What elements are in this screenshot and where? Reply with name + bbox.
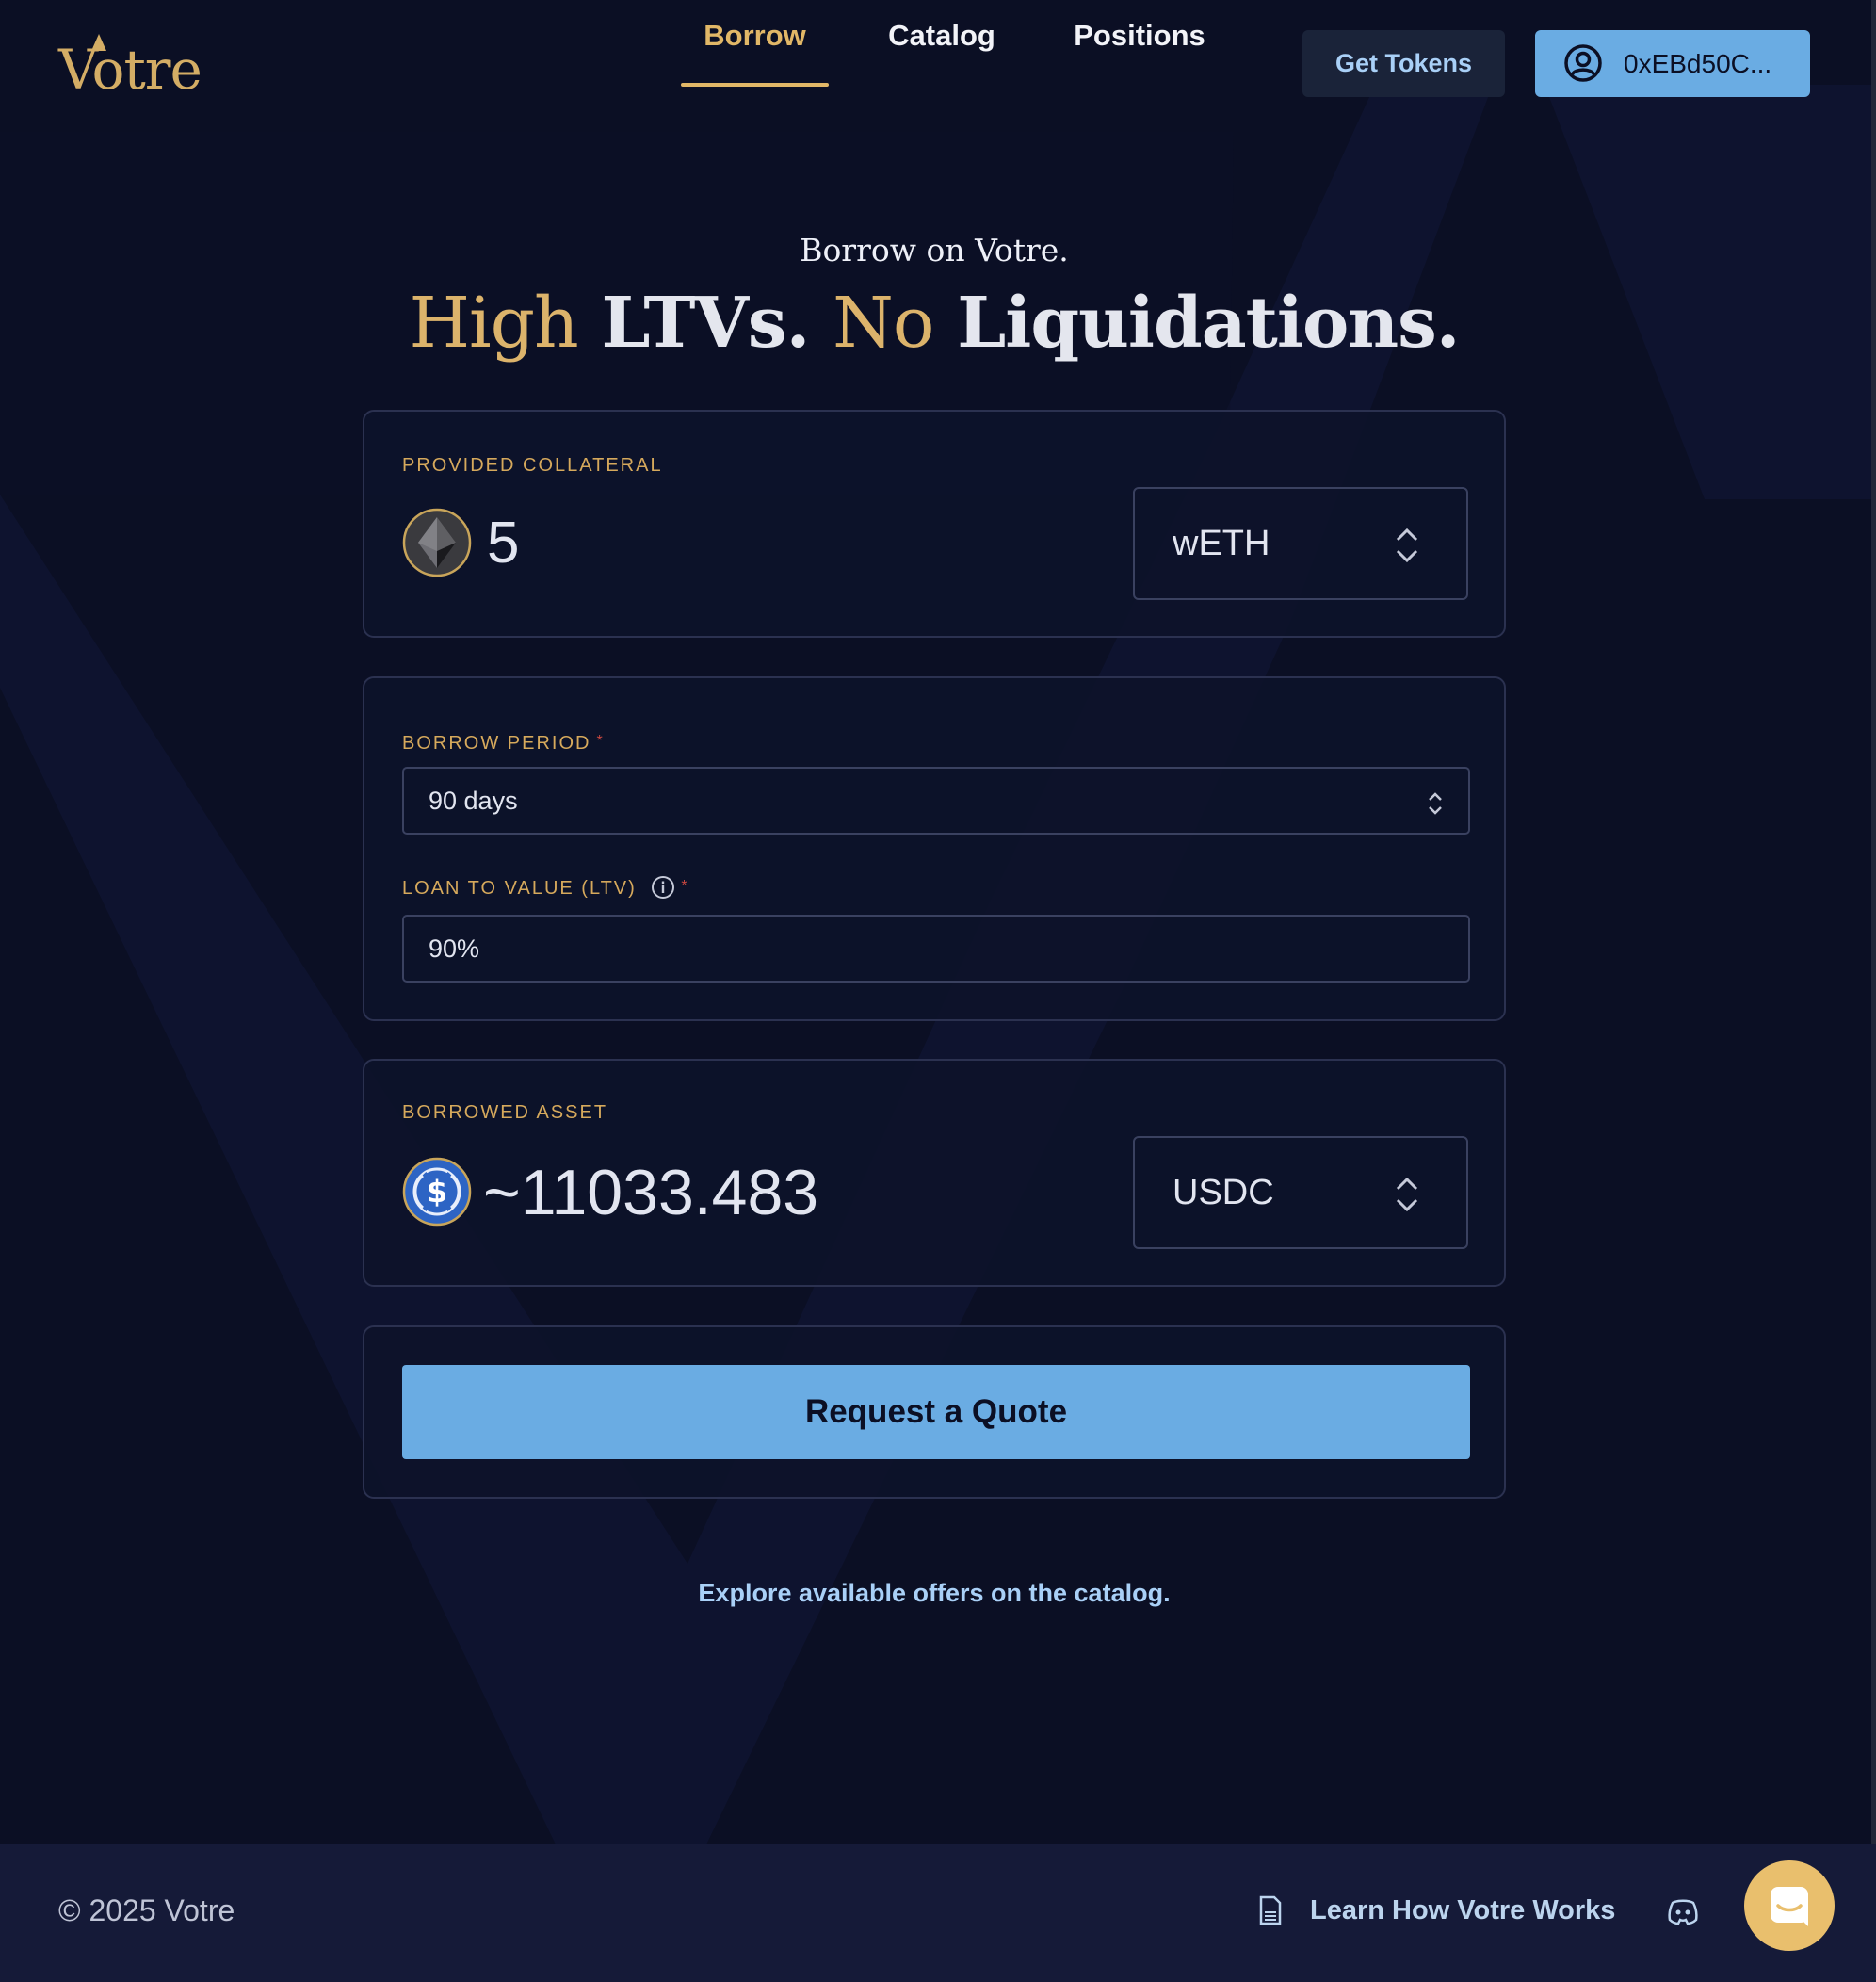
wallet-button[interactable]: 0xEBd50C... xyxy=(1535,30,1810,97)
loan-terms-card: BORROW PERIOD * 90 days LOAN TO VALUE (LT… xyxy=(363,676,1506,1021)
collateral-token-select[interactable]: wETH xyxy=(1133,487,1468,600)
chat-support-button[interactable] xyxy=(1744,1860,1835,1951)
chevron-up-down-icon xyxy=(1396,1177,1418,1212)
borrowed-asset-label: BORROWED ASSET xyxy=(402,1102,608,1123)
logo-caret-mark xyxy=(91,34,106,51)
borrow-period-label: BORROW PERIOD * xyxy=(402,733,605,755)
chat-icon xyxy=(1771,1887,1808,1926)
borrowed-amount: ~11033.483 xyxy=(483,1157,819,1228)
learn-link-label: Learn How Votre Works xyxy=(1310,1895,1616,1925)
borrow-period-value: 90 days xyxy=(429,787,518,815)
chevron-up-down-icon xyxy=(1429,792,1442,815)
ltv-label-text: LOAN TO VALUE (LTV) xyxy=(402,878,637,899)
nav-borrow[interactable]: Borrow xyxy=(681,0,829,87)
hero-title-no: No xyxy=(833,283,934,364)
wallet-address: 0xEBd50C... xyxy=(1624,49,1772,78)
borrow-page: Votre Borrow Catalog Positions Get Token… xyxy=(0,0,1876,1982)
usdc-icon: $ xyxy=(402,1157,472,1227)
hero-title-liquidations: Liquidations. xyxy=(957,283,1460,364)
top-header: Votre Borrow Catalog Positions Get Token… xyxy=(0,0,1876,122)
collateral-token-value: wETH xyxy=(1172,524,1270,563)
nav-positions[interactable]: Positions xyxy=(1064,0,1215,87)
chevron-up-down-icon xyxy=(1396,528,1418,563)
info-icon[interactable] xyxy=(651,875,675,900)
borrowed-asset-card: BORROWED ASSET $ ~11033.483 USDC xyxy=(363,1059,1506,1287)
request-quote-label: Request a Quote xyxy=(804,1393,1068,1430)
required-marker: * xyxy=(596,733,605,749)
borrow-period-select[interactable]: 90 days xyxy=(402,767,1470,835)
votre-logo[interactable]: Votre xyxy=(58,32,202,107)
nav-catalog-label: Catalog xyxy=(888,19,995,52)
hero-title-ltvs: LTVs. xyxy=(601,283,810,364)
get-tokens-label: Get Tokens xyxy=(1334,49,1473,77)
collateral-label: PROVIDED COLLATERAL xyxy=(402,455,663,476)
collateral-amount-input[interactable]: 5 xyxy=(487,506,519,581)
hero-title-high: High xyxy=(409,283,578,364)
nav-borrow-label: Borrow xyxy=(704,19,806,52)
quote-card: Request a Quote xyxy=(363,1325,1506,1499)
request-quote-button[interactable]: Request a Quote xyxy=(402,1365,1470,1459)
ethereum-icon xyxy=(402,508,472,577)
nav-active-underline xyxy=(681,83,829,87)
required-marker: * xyxy=(681,878,689,894)
borrow-period-label-text: BORROW PERIOD xyxy=(402,733,591,754)
ltv-value: 90% xyxy=(429,934,480,963)
copyright-text: © 2025 Votre xyxy=(58,1893,235,1927)
borrowed-token-value: USDC xyxy=(1172,1173,1274,1212)
right-edge-border xyxy=(1871,0,1876,1844)
hero-subtitle: Borrow on Votre. xyxy=(800,232,1069,268)
hero-title: High LTVs. No Liquidations. xyxy=(0,283,1868,364)
get-tokens-button[interactable]: Get Tokens xyxy=(1302,30,1505,97)
logo-text: Votre xyxy=(58,38,202,102)
nav-positions-label: Positions xyxy=(1074,19,1205,52)
document-icon xyxy=(1259,1895,1282,1925)
svg-text:$: $ xyxy=(427,1174,447,1210)
borrowed-token-select[interactable]: USDC xyxy=(1133,1136,1468,1249)
discord-icon[interactable] xyxy=(1667,1897,1699,1925)
ltv-input[interactable]: 90% xyxy=(402,915,1470,983)
footer: © 2025 Votre Learn How Votre Works xyxy=(0,1844,1876,1982)
ltv-label: LOAN TO VALUE (LTV) * xyxy=(402,875,689,900)
explore-catalog-link[interactable]: Explore available offers on the catalog. xyxy=(0,1579,1868,1608)
nav-catalog[interactable]: Catalog xyxy=(876,0,1008,87)
collateral-card: PROVIDED COLLATERAL 5 wETH xyxy=(363,410,1506,638)
user-circle-icon xyxy=(1564,44,1602,82)
